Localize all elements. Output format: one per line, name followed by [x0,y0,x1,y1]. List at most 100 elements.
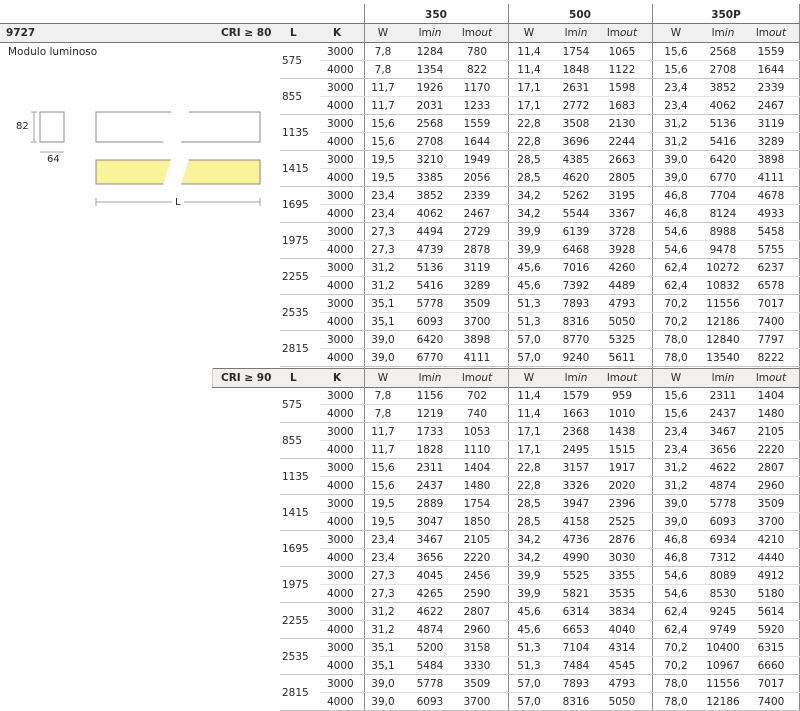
value-cell: 5611 [608,352,636,364]
cct-cell: 3000 [327,334,354,346]
column-header: W [653,371,699,385]
value-cell: 46,8 [664,190,688,202]
value-cell: 57,0 [517,678,541,690]
value-cell: 4874 [709,480,737,492]
column-header: lmout [454,371,500,385]
value-cell: 1404 [463,462,491,474]
column-header-suffix: in [577,372,588,384]
value-cell: 10832 [706,280,740,292]
row-subrule [320,348,800,349]
cct-cell: 4000 [327,660,354,672]
value-cell: 1284 [416,46,444,58]
length-cell: 575 [282,399,303,411]
value-cell: 1170 [463,82,491,94]
cct-cell: 3000 [327,226,354,238]
value-cell: 4739 [416,244,444,256]
value-cell: 2020 [608,480,636,492]
cct-cell: 3000 [327,190,354,202]
value-cell: 4793 [608,678,636,690]
value-cell: 11556 [706,678,740,690]
column-header: lmin [700,26,746,40]
value-cell: 2590 [463,588,491,600]
value-cell: 2568 [709,46,737,58]
value-cell: 10400 [706,642,740,654]
value-cell: 8316 [562,316,590,328]
row-rule [280,150,800,151]
value-cell: 6315 [757,642,785,654]
value-cell: 45,6 [517,624,541,636]
value-cell: 2396 [608,498,636,510]
column-header-unit: lm [418,27,432,39]
value-cell: 1828 [416,444,444,456]
value-cell: 1010 [608,408,636,420]
value-cell: 1850 [463,516,491,528]
value-cell: 4385 [562,154,590,166]
value-cell: 22,8 [517,136,541,148]
row-subrule [320,96,800,97]
dim-width: 64 [44,153,63,167]
column-header: W [360,26,406,40]
value-cell: 5755 [757,244,785,256]
value-cell: 2805 [608,172,636,184]
value-cell: 3656 [416,552,444,564]
cct-cell: 3000 [327,298,354,310]
cct-cell: 4000 [327,696,354,708]
row-rule [280,530,800,531]
value-cell: 5180 [757,588,785,600]
value-cell: 23,4 [664,100,688,112]
value-cell: 1926 [416,82,444,94]
row-subrule [320,620,800,621]
value-cell: 22,8 [517,462,541,474]
value-cell: 4260 [608,262,636,274]
value-cell: 7017 [757,298,785,310]
cct-cell: 4000 [327,352,354,364]
value-cell: 8316 [562,696,590,708]
value-cell: 19,5 [371,498,395,510]
value-cell: 70,2 [664,660,688,672]
value-cell: 54,6 [664,244,688,256]
value-cell: 1917 [608,462,636,474]
value-cell: 46,8 [664,552,688,564]
value-cell: 3928 [608,244,636,256]
cct-cell: 3000 [327,154,354,166]
column-header-suffix: in [431,27,442,39]
product-code: 9727 [6,27,36,39]
value-cell: 19,5 [371,172,395,184]
column-header: lmin [407,371,453,385]
value-cell: 28,5 [517,516,541,528]
value-cell: 4620 [562,172,590,184]
value-cell: 3898 [463,334,491,346]
row-rule [280,294,800,295]
value-cell: 1156 [416,390,444,402]
value-cell: 8089 [709,570,737,582]
value-cell: 62,4 [664,280,688,292]
value-cell: 5778 [416,678,444,690]
cct-cell: 4000 [327,624,354,636]
length-cell: 855 [282,435,303,447]
value-cell: 39,9 [517,226,541,238]
value-cell: 1065 [608,46,636,58]
datasheet: 9727 CRI ≥ 80 L K 350 500 350P Modulo lu… [0,0,800,711]
value-cell: 23,4 [371,208,395,220]
value-cell: 78,0 [664,352,688,364]
row-rule [280,222,800,223]
value-cell: 35,1 [371,298,395,310]
product-description: Modulo luminoso [8,46,98,58]
column-header-unit: lm [461,372,475,384]
k-header-80: K [333,27,342,39]
value-cell: 15,6 [371,480,395,492]
value-cell: 4440 [757,552,785,564]
value-cell: 39,9 [517,588,541,600]
value-cell: 11,4 [517,64,541,76]
column-header: lmout [748,371,794,385]
value-cell: 3947 [562,498,590,510]
value-cell: 1053 [463,426,491,438]
value-cell: 1354 [416,64,444,76]
value-cell: 27,3 [371,226,395,238]
value-cell: 11556 [706,298,740,310]
value-cell: 1754 [463,498,491,510]
column-header: W [506,371,552,385]
value-cell: 46,8 [664,208,688,220]
column-header-unit: lm [755,27,769,39]
row-rule [280,602,800,603]
